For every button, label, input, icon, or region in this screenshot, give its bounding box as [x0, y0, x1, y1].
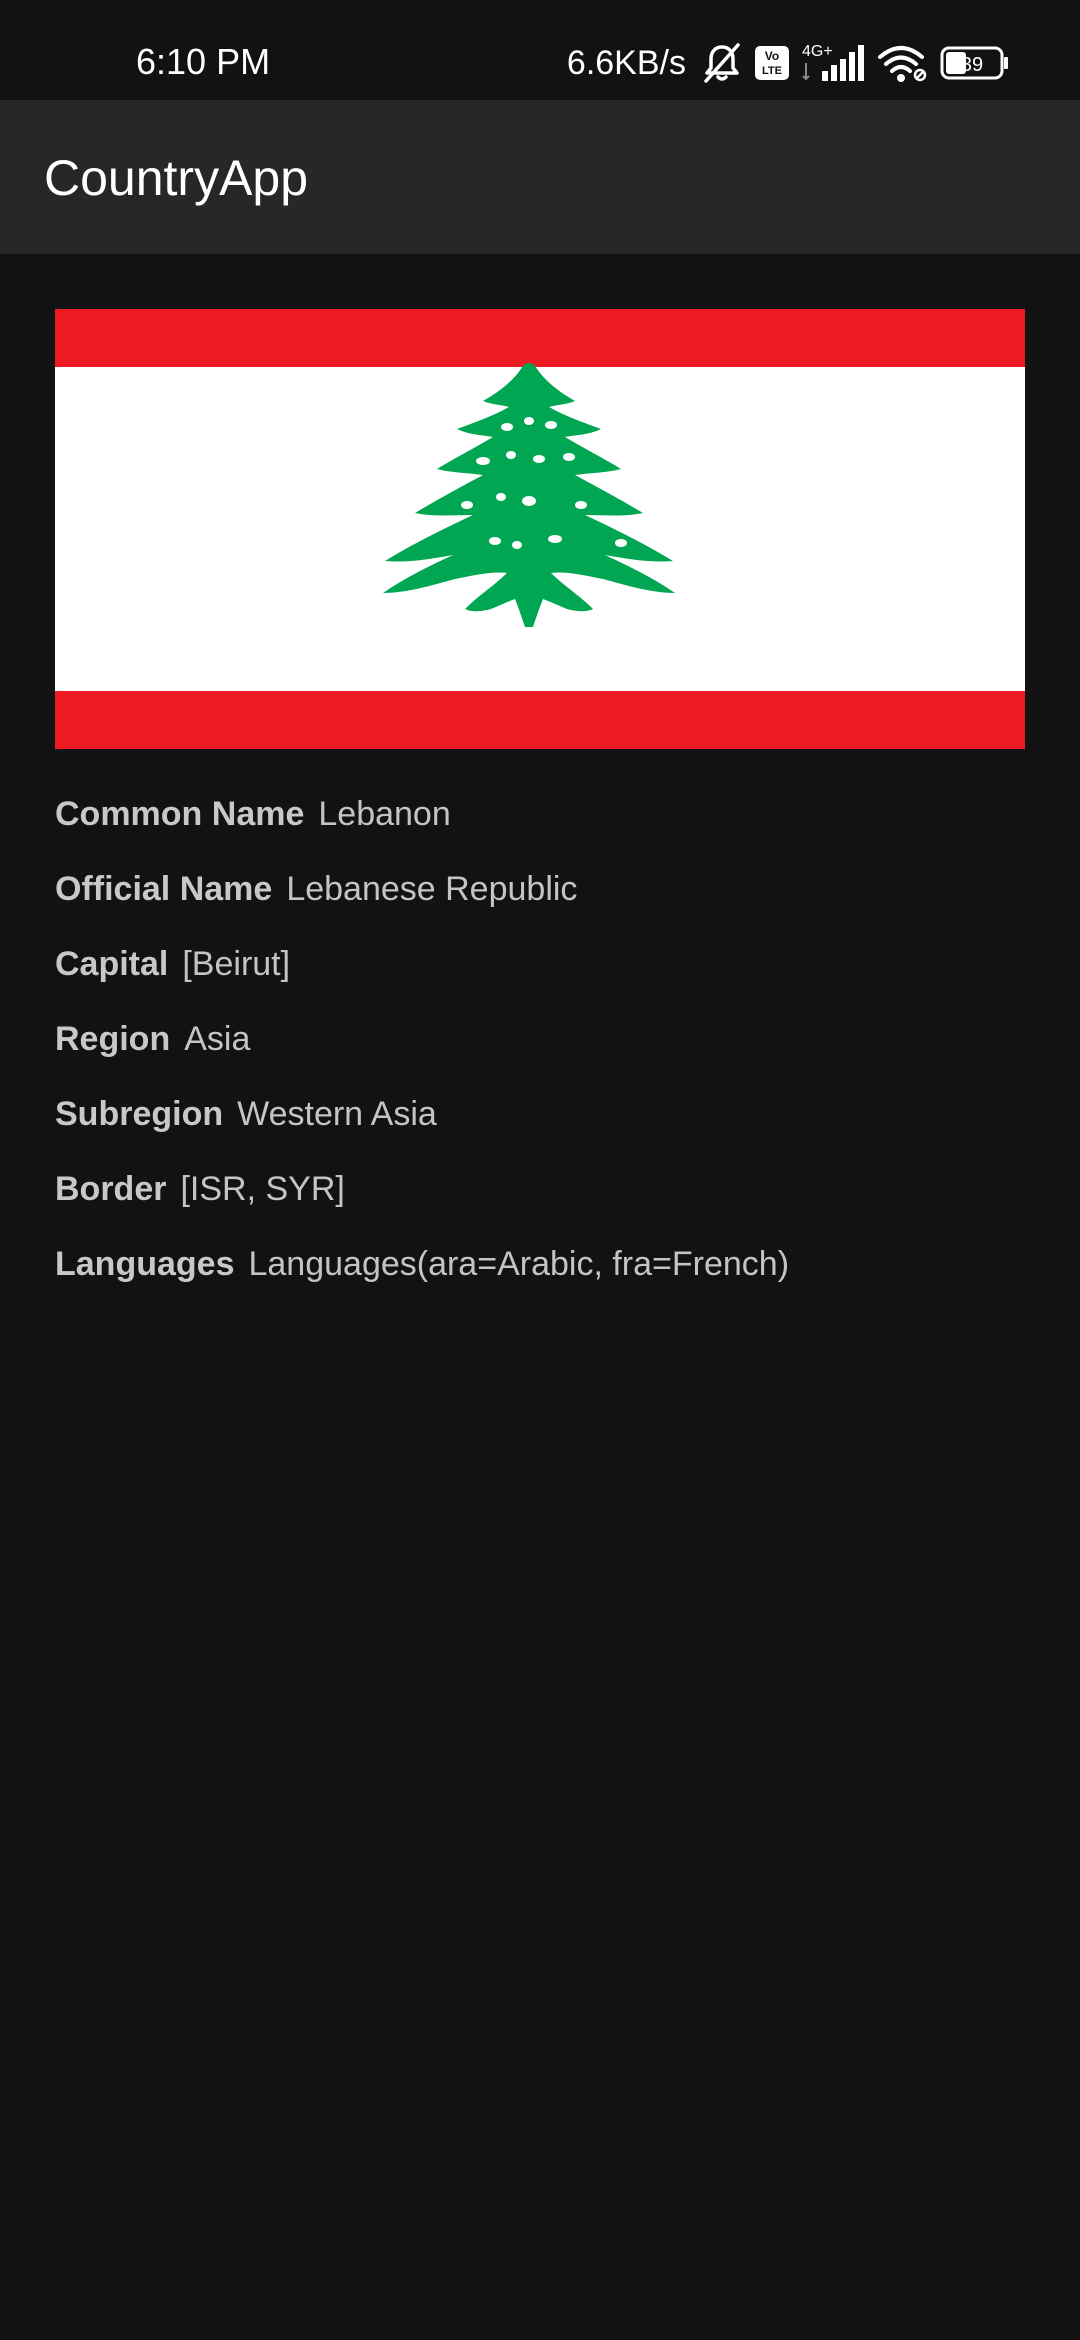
signal-icon: 4G+	[800, 41, 866, 85]
info-row-languages: Languages Languages(ara=Arabic, fra=Fren…	[55, 1227, 1045, 1302]
wifi-icon	[876, 41, 930, 85]
app-title: CountryApp	[44, 150, 309, 206]
border-value: [ISR, SYR]	[180, 1170, 345, 1208]
official-name-value: Lebanese Republic	[286, 870, 578, 908]
volte-label-top: Vo	[765, 49, 779, 63]
bell-muted-icon	[700, 41, 744, 85]
languages-label: Languages	[55, 1245, 235, 1283]
subregion-label: Subregion	[55, 1095, 224, 1133]
info-row-border: Border [ISR, SYR]	[55, 1152, 1045, 1227]
country-info-list: Common Name Lebanon Official Name Lebane…	[55, 777, 1045, 1302]
volte-label-bottom: LTE	[762, 65, 782, 77]
official-name-label: Official Name	[55, 870, 273, 908]
region-value: Asia	[184, 1020, 251, 1058]
languages-value: Languages(ara=Arabic, fra=French)	[248, 1245, 790, 1283]
status-time: 6:10 PM	[136, 41, 271, 82]
network-type: 4G+	[802, 43, 833, 60]
app-bar: CountryApp	[0, 100, 1080, 254]
status-icons: 6.6KB/s Vo LTE 4G+ 39	[567, 38, 1010, 88]
network-speed: 6.6KB/s	[566, 44, 686, 82]
info-row-region: Region Asia	[55, 1002, 1045, 1077]
battery-level: 39	[961, 54, 983, 76]
border-label: Border	[55, 1170, 167, 1208]
info-row-official-name: Official Name Lebanese Republic	[55, 852, 1045, 927]
country-detail: Common Name Lebanon Official Name Lebane…	[0, 254, 1080, 2340]
info-row-common-name: Common Name Lebanon	[55, 777, 1045, 852]
common-name-value: Lebanon	[318, 795, 451, 833]
subregion-value: Western Asia	[237, 1095, 437, 1133]
common-name-label: Common Name	[55, 795, 305, 833]
status-bar: 6:10 PM 6.6KB/s Vo LTE 4G+ 39	[0, 0, 1080, 100]
flag-red-bottom	[55, 691, 1025, 749]
capital-value: [Beirut]	[182, 945, 291, 983]
flag-red-top	[55, 309, 1025, 367]
volte-icon: Vo LTE	[754, 45, 790, 81]
info-row-subregion: Subregion Western Asia	[55, 1077, 1045, 1152]
region-label: Region	[55, 1020, 171, 1058]
info-row-capital: Capital [Beirut]	[55, 927, 1045, 1002]
flag-image	[55, 309, 1025, 749]
capital-label: Capital	[55, 945, 169, 983]
battery-icon: 39	[940, 45, 1010, 81]
